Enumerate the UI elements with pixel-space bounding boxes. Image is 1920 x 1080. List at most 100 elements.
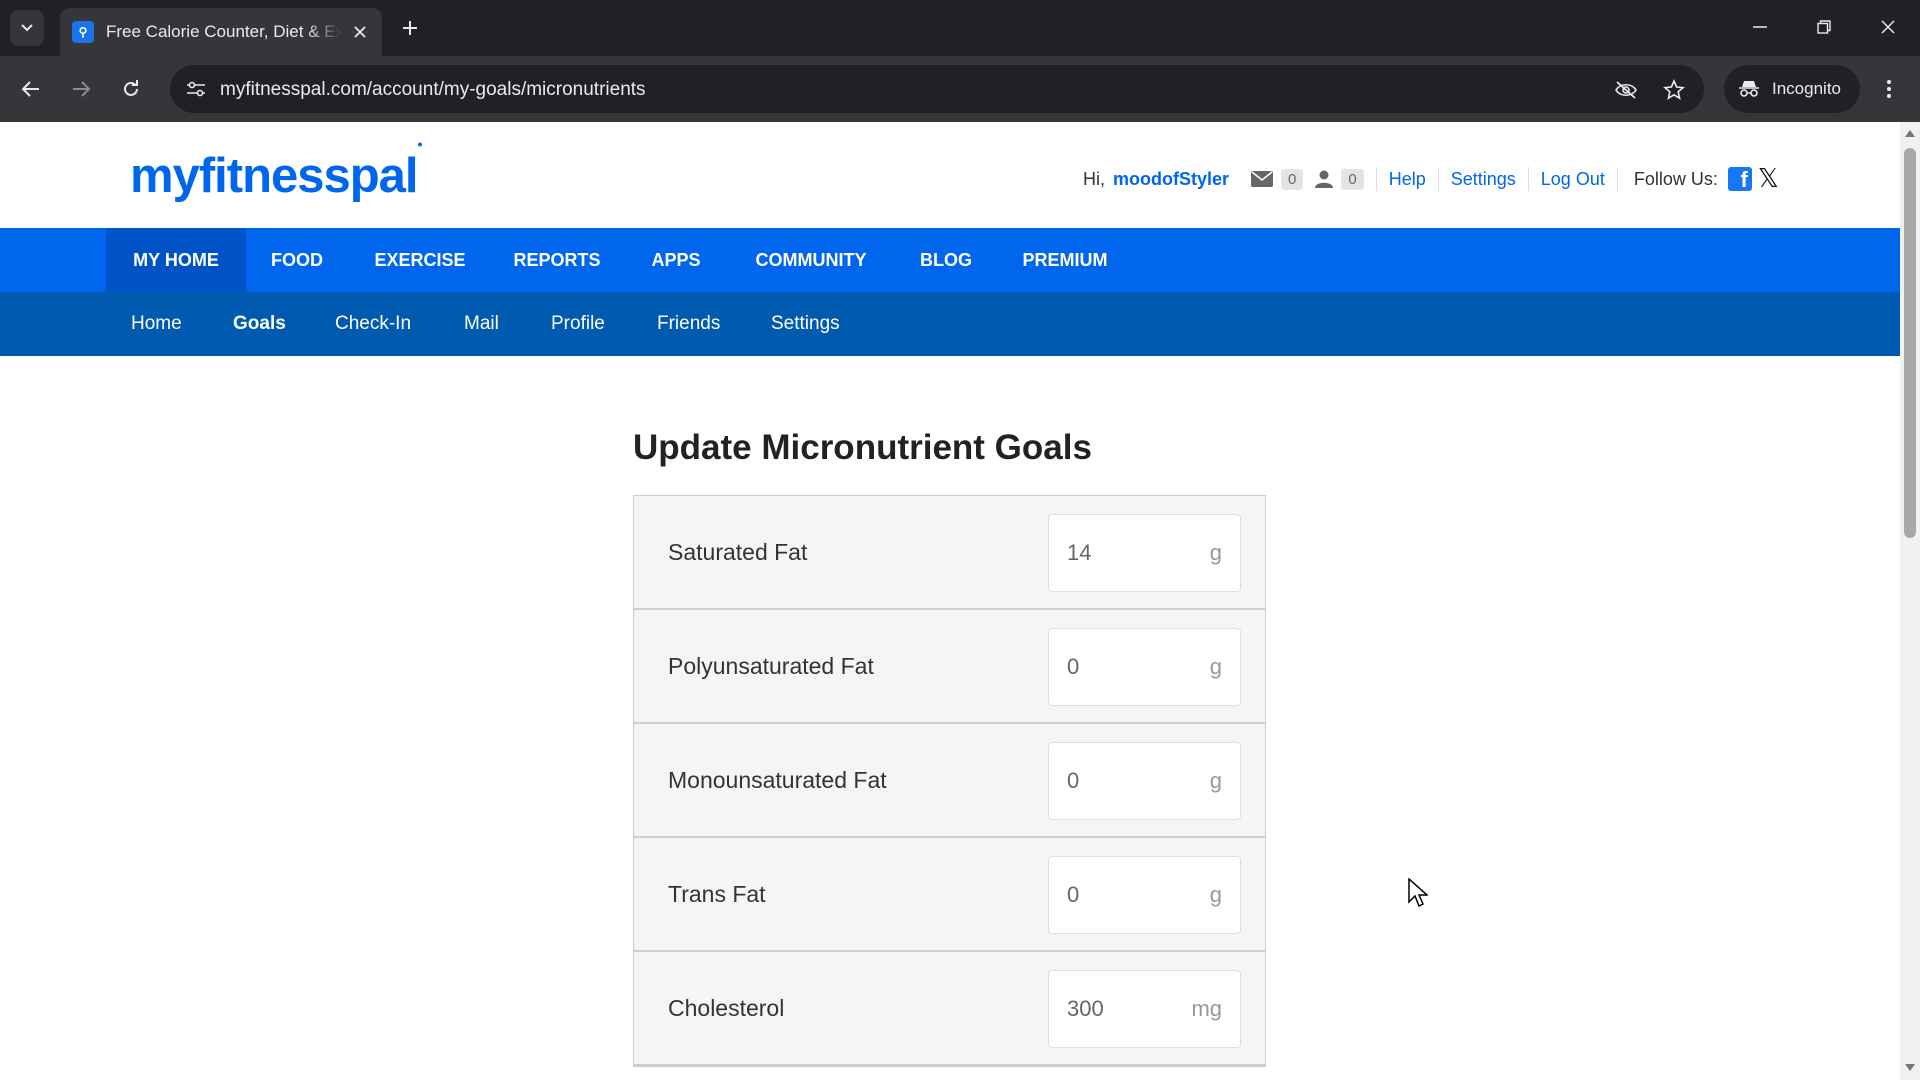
tab-search-button[interactable] <box>10 10 44 46</box>
browser-tab-bar: ⚲ Free Calorie Counter, Diet & Exercise <box>0 0 1920 56</box>
scroll-up-arrow-icon[interactable] <box>1905 130 1915 137</box>
site-logo[interactable]: myfitnesspal• <box>130 136 422 204</box>
browser-tab[interactable]: ⚲ Free Calorie Counter, Diet & Exercise <box>60 8 382 56</box>
polyunsaturated-fat-input[interactable] <box>1049 629 1179 705</box>
x-twitter-icon[interactable]: 𝕏 <box>1758 166 1779 192</box>
minimize-button[interactable] <box>1742 12 1778 42</box>
friend-count-badge: 0 <box>1341 168 1364 190</box>
cholesterol-input[interactable] <box>1049 971 1179 1047</box>
sub-nav-check-in[interactable]: Check-In <box>335 292 411 356</box>
reload-icon <box>124 80 138 96</box>
arrow-right-icon <box>73 81 90 97</box>
close-icon <box>1881 20 1895 34</box>
scroll-down-arrow-icon[interactable] <box>1905 1064 1915 1071</box>
reload-button[interactable] <box>114 72 148 106</box>
browser-menu-button[interactable] <box>1874 72 1904 106</box>
goal-row-trans-fat: Trans Fat g <box>634 838 1265 952</box>
monounsaturated-fat-input[interactable] <box>1049 743 1179 819</box>
incognito-icon <box>1739 81 1759 97</box>
sub-nav-home[interactable]: Home <box>131 292 182 356</box>
follow-us-label: Follow Us: <box>1633 168 1718 189</box>
main-nav-my-home[interactable]: MY HOME <box>106 228 246 292</box>
scrollbar-thumb[interactable] <box>1904 148 1916 538</box>
facebook-icon[interactable]: f <box>1727 167 1752 191</box>
goal-unit: g <box>1209 540 1222 565</box>
page-title: Update Micronutrient Goals <box>633 428 1092 467</box>
main-nav-exercise[interactable]: EXERCISE <box>362 228 478 292</box>
settings-link[interactable]: Settings <box>1451 169 1516 190</box>
forward-button[interactable] <box>64 72 98 106</box>
incognito-label: Incognito <box>1772 79 1841 98</box>
divider <box>1375 167 1377 191</box>
main-nav-food[interactable]: FOOD <box>256 228 338 292</box>
mail-icon[interactable] <box>1251 171 1274 187</box>
goal-input-box: g <box>1048 514 1241 592</box>
plus-icon <box>403 21 417 35</box>
chevron-down-icon <box>21 24 33 32</box>
user-bar: Hi, moodofStyler 0 0 Help Settings Log O… <box>1083 164 1779 194</box>
web-page: myfitnesspal• Hi, moodofStyler 0 0 Help … <box>0 122 1900 1080</box>
address-bar[interactable]: myfitnesspal.com/account/my-goals/micron… <box>170 65 1704 113</box>
sub-nav-settings[interactable]: Settings <box>771 292 840 356</box>
restore-button[interactable] <box>1806 12 1842 42</box>
incognito-button[interactable]: Incognito <box>1724 65 1860 113</box>
sub-nav-goals[interactable]: Goals <box>233 292 286 356</box>
eye-off-icon <box>1615 81 1637 99</box>
help-link[interactable]: Help <box>1389 169 1426 190</box>
goal-label: Trans Fat <box>668 881 766 907</box>
goal-row-polyunsaturated-fat: Polyunsaturated Fat g <box>634 610 1265 724</box>
mouse-cursor-icon <box>1408 878 1428 908</box>
close-icon <box>354 26 366 38</box>
myfitnesspal-favicon-icon: ⚲ <box>72 21 94 43</box>
divider <box>1437 167 1439 191</box>
saturated-fat-input[interactable] <box>1049 515 1179 591</box>
page-scrollbar[interactable] <box>1900 122 1920 1080</box>
main-nav-apps[interactable]: APPS <box>636 228 716 292</box>
divider <box>1616 167 1618 191</box>
tune-icon <box>187 81 205 97</box>
mail-count-badge: 0 <box>1281 168 1304 190</box>
logout-link[interactable]: Log Out <box>1541 169 1605 190</box>
back-button[interactable] <box>14 72 48 106</box>
tracking-protection-button[interactable] <box>1612 76 1640 104</box>
goal-input-box: g <box>1048 742 1241 820</box>
sub-nav-friends[interactable]: Friends <box>657 292 720 356</box>
greeting-text: Hi, <box>1083 168 1105 189</box>
new-tab-button[interactable] <box>396 14 424 42</box>
registered-mark: • <box>417 135 423 152</box>
main-nav-premium[interactable]: PREMIUM <box>1010 228 1120 292</box>
sub-nav-profile[interactable]: Profile <box>551 292 605 356</box>
goal-input-box: mg <box>1048 970 1241 1048</box>
bookmark-button[interactable] <box>1660 76 1688 104</box>
arrow-left-icon <box>22 81 39 97</box>
goal-unit: g <box>1209 882 1222 907</box>
url-text: myfitnesspal.com/account/my-goals/micron… <box>220 79 646 100</box>
main-nav-community[interactable]: COMMUNITY <box>740 228 882 292</box>
minimize-icon <box>1753 26 1767 28</box>
goal-label: Monounsaturated Fat <box>668 767 887 793</box>
site-info-button[interactable] <box>182 75 210 103</box>
star-icon <box>1663 79 1685 100</box>
sub-nav: Home Goals Check-In Mail Profile Friends… <box>0 292 1900 356</box>
tab-title: Free Calorie Counter, Diet & Exercise <box>106 22 342 41</box>
main-nav-blog[interactable]: BLOG <box>906 228 986 292</box>
main-nav-reports[interactable]: REPORTS <box>502 228 612 292</box>
goal-row-cholesterol: Cholesterol mg <box>634 952 1265 1066</box>
close-window-button[interactable] <box>1870 12 1906 42</box>
trans-fat-input[interactable] <box>1049 857 1179 933</box>
browser-toolbar: myfitnesspal.com/account/my-goals/micron… <box>0 56 1920 122</box>
goal-label: Polyunsaturated Fat <box>668 653 874 679</box>
goal-row-saturated-fat: Saturated Fat g <box>634 496 1265 610</box>
logo-text: myfitnesspal <box>130 149 419 203</box>
sub-nav-mail[interactable]: Mail <box>464 292 499 356</box>
goal-input-box: g <box>1048 856 1241 934</box>
username-link[interactable]: moodofStyler <box>1113 169 1229 190</box>
more-vertical-icon <box>1887 80 1891 98</box>
goal-label: Cholesterol <box>668 995 785 1021</box>
goal-label: Saturated Fat <box>668 539 808 565</box>
micronutrient-goals-form: Saturated Fat g Polyunsaturated Fat g Mo… <box>633 495 1266 1067</box>
goal-row-monounsaturated-fat: Monounsaturated Fat g <box>634 724 1265 838</box>
user-icon[interactable] <box>1315 170 1334 188</box>
main-nav: MY HOME FOOD EXERCISE REPORTS APPS COMMU… <box>0 228 1900 292</box>
close-tab-button[interactable] <box>350 22 370 42</box>
